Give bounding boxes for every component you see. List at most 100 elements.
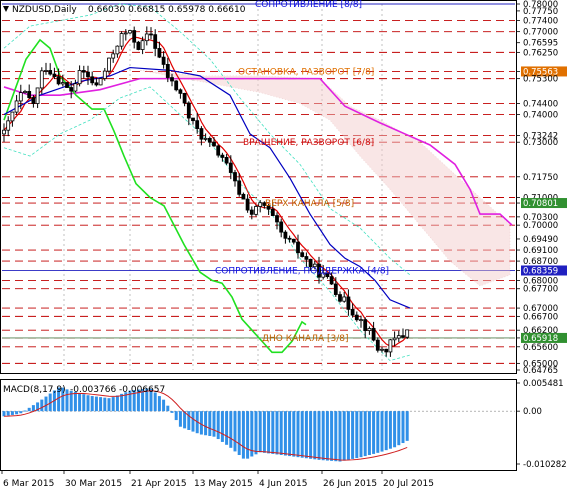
candle-body bbox=[220, 154, 225, 158]
date-label: 30 Mar 2015 bbox=[65, 479, 122, 489]
price-label: 0.70801 bbox=[523, 199, 558, 209]
candle-body bbox=[233, 172, 237, 182]
price-label: 0.75300 bbox=[523, 75, 558, 85]
macd-bar bbox=[296, 411, 300, 458]
price-axis: 0.780000.774000.770000.762500.755630.753… bbox=[516, 0, 567, 376]
macd-bar bbox=[321, 411, 325, 461]
candle-body bbox=[132, 30, 137, 43]
macd-bar bbox=[120, 393, 124, 412]
macd-bar bbox=[153, 392, 157, 412]
candle-body bbox=[153, 34, 158, 49]
macd-bar bbox=[78, 393, 82, 412]
level-label: СОПРОТИВЛЕНИЕ, ПОДДЕРЖКА [4/8] bbox=[215, 266, 389, 276]
macd-bar bbox=[19, 411, 23, 414]
ichimoku-cloud bbox=[139, 69, 511, 287]
macd-bar bbox=[288, 411, 292, 457]
candle-body bbox=[333, 283, 338, 295]
candle-body bbox=[237, 180, 242, 195]
ohlc-label: 0.66030 0.66815 0.65978 0.66610 bbox=[88, 5, 246, 15]
candle-body bbox=[392, 337, 397, 341]
macd-bar bbox=[216, 411, 220, 440]
macd-bar bbox=[178, 411, 182, 427]
candle-body bbox=[90, 76, 95, 84]
macd-bar bbox=[330, 411, 334, 461]
candle-body bbox=[65, 82, 69, 88]
macd-bar bbox=[346, 411, 350, 460]
candle-body bbox=[86, 71, 90, 78]
macd-bar bbox=[86, 395, 90, 412]
price-label: 0.77400 bbox=[523, 17, 558, 27]
candle-body bbox=[174, 80, 179, 91]
candle-body bbox=[359, 319, 363, 322]
price-label: 0.76595 bbox=[523, 39, 558, 49]
candle-body bbox=[44, 70, 48, 72]
macd-bar bbox=[283, 411, 287, 456]
candle-body bbox=[111, 53, 116, 59]
price-label: 0.74000 bbox=[523, 111, 558, 121]
candle-body bbox=[199, 128, 204, 140]
macd-bar bbox=[317, 411, 321, 460]
price-label: 0.73000 bbox=[523, 138, 558, 148]
collapse-arrow-icon[interactable] bbox=[3, 6, 9, 12]
macd-bar bbox=[300, 411, 304, 458]
date-label: 4 Jun 2015 bbox=[259, 479, 307, 489]
candle-body bbox=[287, 237, 292, 240]
candle-body bbox=[182, 92, 187, 104]
macd-bar bbox=[27, 407, 31, 412]
macd-bar bbox=[199, 411, 203, 435]
macd-bar bbox=[292, 411, 296, 457]
macd-bar bbox=[6, 411, 10, 416]
candle-body bbox=[119, 33, 124, 47]
macd-bar bbox=[309, 411, 313, 459]
macd-bar bbox=[241, 411, 245, 459]
candle-body bbox=[195, 120, 200, 129]
candle-body bbox=[401, 335, 405, 338]
macd-bar bbox=[115, 395, 119, 412]
candle-body bbox=[304, 256, 309, 260]
candle-body bbox=[254, 206, 258, 215]
macd-bar bbox=[397, 411, 401, 446]
macd-bar bbox=[258, 411, 262, 453]
candle-body bbox=[203, 137, 208, 140]
candle-body bbox=[279, 221, 284, 233]
candle-body bbox=[388, 339, 393, 353]
macd-bar bbox=[220, 411, 224, 442]
candle-body bbox=[241, 193, 246, 200]
candle-body bbox=[136, 41, 141, 50]
macd-bar bbox=[103, 397, 107, 412]
macd-bar bbox=[187, 411, 191, 430]
macd-bar bbox=[393, 411, 397, 448]
macd-bar bbox=[262, 411, 266, 453]
candle-body bbox=[48, 70, 53, 75]
level-label: ОСТАНОВКА, РАЗВОРОТ [7/8] bbox=[238, 67, 374, 77]
candle-body bbox=[228, 162, 233, 173]
candle-body bbox=[10, 111, 15, 122]
candle-body bbox=[123, 32, 128, 35]
candle-body bbox=[245, 198, 250, 211]
candle-body bbox=[367, 328, 372, 332]
candle-body bbox=[363, 319, 368, 332]
candle-body bbox=[94, 82, 99, 86]
macd-bar bbox=[367, 411, 371, 455]
candle-body bbox=[291, 238, 296, 243]
macd-bar bbox=[384, 411, 388, 451]
candle-body bbox=[56, 76, 61, 85]
candle-body bbox=[102, 70, 107, 79]
level-label: ДНО КАНАЛА [3/8] bbox=[262, 334, 349, 344]
macd-bar bbox=[304, 411, 308, 459]
price-chart[interactable]: СОПРОТИВЛЕНИЕ [8/8] ОСТАНОВКА, РАЗВОРОТ [… bbox=[0, 0, 569, 491]
macd-bar bbox=[40, 399, 44, 412]
date-label: 13 May 2015 bbox=[194, 479, 253, 489]
candle-body bbox=[342, 296, 347, 302]
macd-bar bbox=[65, 389, 69, 412]
macd-bar bbox=[376, 411, 380, 453]
macd-bar bbox=[351, 411, 355, 459]
candle-body bbox=[300, 252, 305, 257]
candle-body bbox=[165, 64, 170, 78]
level-label: СОПРОТИВЛЕНИЕ [8/8] bbox=[255, 0, 362, 10]
macd-bar bbox=[237, 411, 241, 456]
macd-bar bbox=[275, 411, 279, 455]
macd-bar bbox=[355, 411, 359, 459]
candle-body bbox=[2, 129, 6, 135]
candle-body bbox=[18, 92, 23, 102]
